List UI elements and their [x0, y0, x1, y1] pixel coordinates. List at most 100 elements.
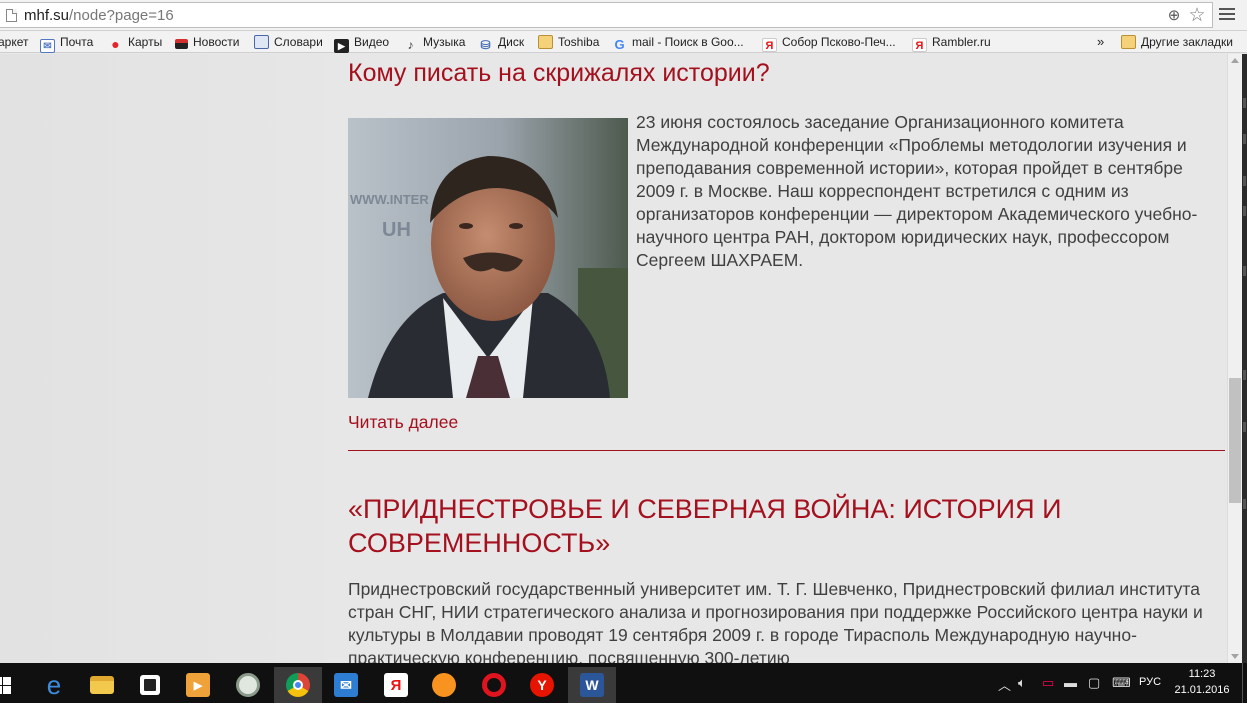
bookmark-maps[interactable]: ● Карты [108, 34, 163, 52]
start-icon [0, 676, 11, 694]
browser-toolbar: mhf.su/node?page=16 ⊕ ☆ [0, 0, 1247, 31]
bookmark-sobor[interactable]: Я Собор Псково-Печ... [762, 34, 896, 52]
taskbar-mail[interactable]: ✉ [322, 667, 370, 703]
article-title[interactable]: «ПРИДНЕСТРОВЬЕ И СЕВЕРНАЯ ВОЙНА: ИСТОРИЯ… [348, 492, 1208, 560]
mail-icon: ✉ [40, 39, 55, 53]
media-player-icon: ▶ [186, 673, 210, 697]
url-text[interactable]: mhf.su/node?page=16 [24, 7, 174, 24]
bookmark-dictionaries[interactable]: Словари [254, 34, 323, 50]
bookmark-disk[interactable]: ⛁ Диск [478, 34, 525, 52]
bookmark-label: Карты [128, 35, 163, 49]
tray-overflow-icon[interactable]: ︿ [998, 675, 1011, 694]
mail-app-icon: ✉ [334, 673, 358, 697]
store-icon [140, 675, 160, 695]
orange-app-icon [432, 673, 456, 697]
bookmark-label: Словари [274, 35, 323, 49]
scroll-down-arrow-icon[interactable] [1231, 654, 1239, 659]
chrome-icon [286, 673, 310, 697]
taskbar-store[interactable] [126, 667, 174, 703]
article-divider [348, 450, 1225, 451]
action-center-icon[interactable]: ▢ [1088, 675, 1100, 691]
window-edge [1242, 54, 1247, 663]
bookmark-news[interactable]: Новости [175, 34, 239, 50]
taskbar-app[interactable] [224, 667, 272, 703]
taskbar-word[interactable]: W [568, 667, 616, 703]
bookmark-label: Другие закладки [1141, 35, 1233, 49]
disk-icon: ⛁ [480, 38, 491, 52]
article-title[interactable]: Кому писать на скрижалях истории? [348, 59, 770, 88]
video-icon: ▶ [334, 39, 349, 53]
bookmark-mail[interactable]: ✉ Почта [40, 34, 94, 53]
bookmarks-bar: аркет ✉ Почта ● Карты Новости Словари ▶ Вид… [0, 31, 1247, 53]
page-icon [6, 9, 17, 22]
svg-text:UH: UH [382, 219, 411, 241]
svg-text:WWW.INTER: WWW.INTER [350, 192, 429, 207]
folder-icon [1121, 35, 1136, 49]
article-teaser: 23 июня состоялось заседание Организацио… [636, 112, 1198, 270]
word-icon: W [580, 673, 604, 697]
edge-icon: e [46, 669, 62, 700]
taskbar-explorer[interactable] [78, 667, 126, 703]
keyboard-icon[interactable]: ⌨ [1112, 675, 1131, 691]
volume-icon[interactable]: 🔈︎ [1018, 675, 1026, 691]
clock[interactable]: 11:23 21.01.2016 [1172, 666, 1232, 698]
vertical-scrollbar[interactable] [1227, 54, 1242, 663]
taskbar-edge[interactable]: e [30, 667, 78, 703]
taskbar-yandex-browser[interactable]: Я [372, 667, 420, 703]
taskbar-opera[interactable] [470, 667, 518, 703]
maps-pin-icon: ● [111, 36, 120, 52]
network-icon[interactable]: ▬ [1064, 675, 1077, 690]
opera-icon [482, 673, 506, 697]
start-button[interactable] [0, 667, 26, 703]
scroll-up-arrow-icon[interactable] [1231, 58, 1239, 63]
taskbar-chrome[interactable] [274, 667, 322, 703]
bookmark-google-search[interactable]: Gmail - Поиск в Goo... [612, 34, 744, 52]
read-more-link[interactable]: Читать далее [348, 412, 458, 433]
language-indicator[interactable]: РУС [1139, 676, 1161, 688]
bookmark-video[interactable]: ▶ Видео [334, 34, 390, 53]
article-teaser: Приднестровский государственный универси… [348, 579, 1203, 663]
scroll-thumb[interactable] [1229, 378, 1241, 503]
main-content: Кому писать на скрижалях истории? WWW.IN… [324, 54, 1227, 663]
google-icon: G [614, 37, 625, 52]
left-margin [0, 54, 324, 663]
taskbar: e ▶ ✉ Я Y W ︿ 🔈︎ ▭ ▬ ▢ ⌨ РУС 11:23 21.01… [0, 663, 1247, 703]
yandex-icon: Я [762, 38, 777, 52]
generic-app-icon [236, 673, 260, 697]
bookmark-label: Видео [354, 35, 390, 49]
yandex-icon: Я [912, 38, 927, 52]
bookmark-label: Почта [60, 35, 94, 49]
bookmark-label: Собор Псково-Печ... [782, 35, 896, 49]
bookmark-label: mail - Поиск в Goo... [632, 35, 744, 49]
dictionary-icon [254, 35, 269, 49]
taskbar-media[interactable]: ▶ [174, 667, 222, 703]
battery-icon[interactable]: ▭ [1042, 675, 1054, 691]
clock-date: 21.01.2016 [1174, 684, 1230, 696]
url-host: mhf.su [24, 7, 70, 24]
clock-time: 11:23 [1188, 668, 1216, 680]
bookmark-label: Новости [193, 35, 240, 49]
bookmark-label: Toshiba [558, 35, 600, 49]
bookmark-rambler[interactable]: Я Rambler.ru [912, 34, 991, 52]
yandex-icon: Y [530, 673, 554, 697]
show-desktop-button[interactable] [1242, 663, 1247, 703]
bookmark-label: аркет [0, 35, 29, 49]
bookmark-market[interactable]: аркет [0, 34, 29, 50]
taskbar-yandex[interactable]: Y [518, 667, 566, 703]
yandex-browser-icon: Я [384, 673, 408, 697]
news-icon [175, 39, 188, 49]
menu-icon[interactable] [1219, 6, 1235, 22]
url-path: /node?page=16 [69, 7, 174, 24]
bookmark-star-icon[interactable]: ☆ [1187, 5, 1207, 27]
bookmarks-overflow-button[interactable]: » [1097, 34, 1104, 50]
bookmark-music[interactable]: ♪ Музыка [403, 34, 466, 52]
music-icon: ♪ [407, 38, 414, 52]
taskbar-orange-app[interactable] [420, 667, 468, 703]
zoom-icon[interactable]: ⊕ [1165, 7, 1183, 25]
article-photo: WWW.INTER UH [348, 118, 628, 398]
other-bookmarks[interactable]: Другие закладки [1121, 34, 1233, 50]
address-bar[interactable]: mhf.su/node?page=16 ⊕ ☆ [0, 2, 1213, 28]
bookmark-label: Диск [498, 35, 525, 49]
bookmark-toshiba[interactable]: Toshiba [538, 34, 599, 50]
bookmark-label: Rambler.ru [932, 35, 991, 49]
